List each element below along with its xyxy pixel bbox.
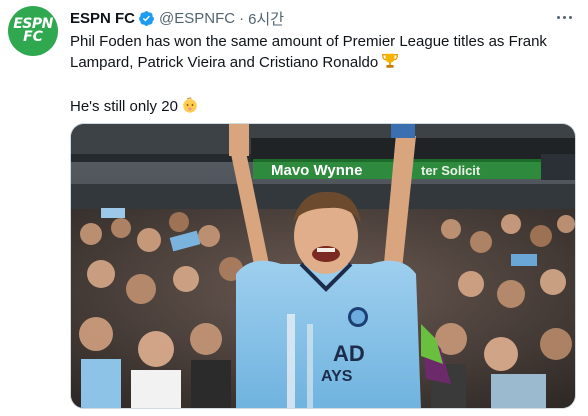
shirt-sponsor-text: AD (333, 341, 365, 366)
verified-badge-icon (138, 10, 155, 27)
avatar[interactable]: ESPN FC (8, 6, 58, 56)
celebration-photo: Mavo Wynne ter Solicit AD AYS (71, 124, 575, 408)
tweet-header: ESPN FC @ESPNFC · 6시간 (70, 8, 284, 28)
tweet-text-line-2: Lampard, Patrick Vieira and Cristiano Ro… (70, 54, 379, 71)
shirt-sponsor-text-2: AYS (321, 368, 353, 385)
tweet-text-line-3: He's still only 20 (70, 98, 178, 115)
handle[interactable]: @ESPNFC (159, 10, 235, 27)
separator-dot: · (239, 9, 245, 27)
tweet-text: Phil Foden has won the same amount of Pr… (70, 32, 570, 120)
display-name[interactable]: ESPN FC (70, 10, 135, 27)
trophy-icon (381, 52, 399, 76)
tweet-card[interactable]: ESPN FC ESPN FC @ESPNFC · 6시간 Phil Foden… (0, 0, 588, 416)
avatar-text-fc: FC (23, 29, 43, 45)
stadium-sign-solicitors: ter Solicit (421, 163, 481, 178)
tweet-photo[interactable]: Mavo Wynne ter Solicit AD AYS (70, 123, 576, 409)
timestamp[interactable]: 6시간 (248, 8, 284, 29)
baby-face-icon (181, 96, 199, 120)
stadium-sign-mavo-wynne: Mavo Wynne (271, 162, 362, 179)
more-options-icon[interactable] (552, 6, 576, 28)
tweet-text-line-1: Phil Foden has won the same amount of Pr… (70, 33, 547, 50)
